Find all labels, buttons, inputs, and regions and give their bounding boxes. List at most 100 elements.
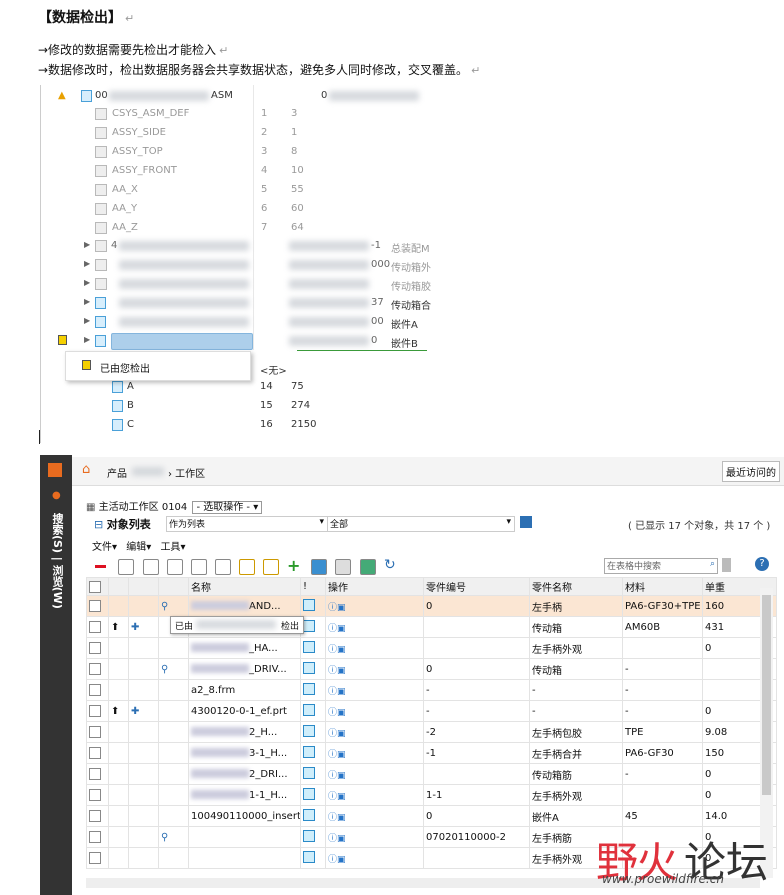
settings-icon[interactable] <box>335 559 351 575</box>
expand-arrow-icon[interactable]: ▶ <box>84 297 90 306</box>
table-row[interactable]: ⚲ _DRIV... ⓘ▣ 0 传动箱 - <box>86 658 777 680</box>
checkout-tool-icon[interactable] <box>118 559 134 575</box>
breadcrumb[interactable]: 产品 <box>107 465 127 480</box>
select-action-dropdown[interactable]: - 选取操作 - ▾ <box>192 501 263 514</box>
view-as-select[interactable]: 作为列表 ▾ <box>166 516 328 532</box>
row-checkbox[interactable] <box>89 684 101 696</box>
revise-icon[interactable] <box>215 559 231 575</box>
row-checkbox[interactable] <box>89 600 101 612</box>
collapse-icon[interactable]: ⊟ <box>94 518 103 531</box>
expand-arrow-icon[interactable]: ▶ <box>84 240 90 249</box>
context-menu[interactable]: 已由您检出 <box>65 351 251 381</box>
upload-icon[interactable] <box>311 559 327 575</box>
row-checkbox[interactable] <box>89 768 101 780</box>
tree-root-row[interactable]: ▲ 00 ASM 0 <box>41 87 433 105</box>
context-item-checked-out[interactable]: 已由您检出 <box>100 360 150 375</box>
col-actions[interactable]: 操作 <box>325 577 424 596</box>
select-all-checkbox[interactable] <box>86 577 109 596</box>
info-icon[interactable]: ⓘ▣ <box>328 855 346 865</box>
col-status[interactable]: ! <box>300 577 326 596</box>
info-icon[interactable]: ⓘ▣ <box>328 813 346 823</box>
tree-datum-row[interactable]: AA_Z 7 64 <box>41 219 433 237</box>
info-icon[interactable]: ⓘ▣ <box>328 603 346 613</box>
expand-arrow-icon[interactable]: ▶ <box>84 335 90 344</box>
table-row[interactable]: ⚲ AND... ⓘ▣ 0 左手柄 PA6-GF30+TPE 160 <box>86 595 777 617</box>
expand-arrow-icon[interactable]: ▶ <box>84 259 90 268</box>
info-icon[interactable]: ⓘ▣ <box>328 729 346 739</box>
info-icon[interactable]: ⓘ▣ <box>328 666 346 676</box>
info-icon[interactable]: ⓘ▣ <box>328 834 346 844</box>
menu-edit[interactable]: 编辑▾ <box>126 542 151 553</box>
search-icon[interactable]: ⌕ <box>710 559 715 569</box>
columns-icon[interactable] <box>722 558 731 572</box>
plus-icon[interactable]: ✚ <box>131 706 139 717</box>
help-icon[interactable]: ? <box>755 557 769 571</box>
remove-icon[interactable] <box>95 565 106 568</box>
attribute-icon[interactable] <box>239 559 255 575</box>
menu-tools[interactable]: 工具▾ <box>160 542 185 553</box>
copy-icon[interactable] <box>263 559 279 575</box>
scrollbar-thumb[interactable] <box>762 595 771 795</box>
expand-arrow-icon[interactable]: ▶ <box>84 316 90 325</box>
info-icon[interactable]: ⓘ▣ <box>328 750 346 760</box>
info-icon[interactable]: ⓘ▣ <box>328 792 346 802</box>
tree-datum-row[interactable]: ASSY_TOP 3 8 <box>41 143 433 161</box>
tree-datum-row[interactable]: ASSY_FRONT 4 10 <box>41 162 433 180</box>
menu-file[interactable]: 文件▾ <box>92 542 117 553</box>
row-checkbox[interactable] <box>89 621 101 633</box>
tree-datum-row[interactable]: CSYS_ASM_DEF 1 3 <box>41 105 433 123</box>
col-part-number[interactable]: 零件编号 <box>423 577 530 596</box>
tree-component-row[interactable]: ▶ 4 -1 总装配M <box>41 237 433 255</box>
tree-feature-row[interactable]: B 15 274 <box>41 397 433 415</box>
table-row[interactable]: a2_8.frm ⓘ▣ - - - <box>86 679 777 701</box>
row-checkbox[interactable] <box>89 705 101 717</box>
info-icon[interactable]: ⓘ▣ <box>328 645 346 655</box>
edit-object-icon[interactable] <box>191 559 207 575</box>
breadcrumb-tail[interactable]: › 工作区 <box>168 465 205 480</box>
tree-feature-row[interactable]: C 16 2150 <box>41 416 433 434</box>
table-row[interactable]: 2_DRI... ⓘ▣ 传动箱筋 - 0 <box>86 763 777 785</box>
navigator-tabs[interactable]: 搜索(S) | 浏览(W) <box>49 513 65 609</box>
tree-datum-row[interactable]: AA_X 5 55 <box>41 181 433 199</box>
new-object-icon[interactable] <box>167 559 183 575</box>
table-row[interactable]: 100490110000_insert... ⓘ▣ 0 嵌件A 45 14.0 <box>86 805 777 827</box>
update-icon[interactable] <box>360 559 376 575</box>
table-row[interactable]: 3-1_H... ⓘ▣ -1 左手柄合并 PA6-GF30 150 <box>86 742 777 764</box>
expand-arrow-icon[interactable]: ▶ <box>84 278 90 287</box>
home-icon[interactable]: ⌂ <box>82 462 90 477</box>
table-row[interactable]: _HA... ⓘ▣ 左手柄外观 0 <box>86 637 777 659</box>
tree-datum-row[interactable]: ASSY_SIDE 2 1 <box>41 124 433 142</box>
tree-component-row[interactable]: ▶ 37 传动箱合 <box>41 294 433 312</box>
tree-component-row[interactable]: ▶ 000 传动箱外 <box>41 256 433 274</box>
tree-component-row[interactable]: ▶ 00 嵌件A <box>41 313 433 331</box>
info-icon[interactable]: ⓘ▣ <box>328 687 346 697</box>
add-icon[interactable]: + <box>287 556 300 575</box>
row-checkbox[interactable] <box>89 663 101 675</box>
row-checkbox[interactable] <box>89 831 101 843</box>
save-icon[interactable] <box>520 516 532 528</box>
row-checkbox[interactable] <box>89 747 101 759</box>
row-checkbox[interactable] <box>89 726 101 738</box>
recent-dropdown[interactable]: 最近访问的 <box>722 461 780 482</box>
undo-checkout-icon[interactable] <box>143 559 159 575</box>
table-search-input[interactable]: 在表格中搜索 ⌕ <box>604 558 718 574</box>
row-checkbox[interactable] <box>89 642 101 654</box>
row-checkbox[interactable] <box>89 852 101 864</box>
col-part-name[interactable]: 零件名称 <box>529 577 623 596</box>
tree-component-row[interactable]: ▶ 0 嵌件B <box>41 332 433 350</box>
table-row[interactable]: 1-1_H... ⓘ▣ 1-1 左手柄外观 0 <box>86 784 777 806</box>
pin-icon[interactable]: ● <box>52 490 61 501</box>
info-icon[interactable]: ⓘ▣ <box>328 708 346 718</box>
filter-select[interactable]: 全部 ▾ <box>327 516 515 532</box>
table-row[interactable]: ⬆ ✚ 4300120-0-1_ef.prt ⓘ▣ - - - 0 <box>86 700 777 722</box>
info-icon[interactable]: ⓘ▣ <box>328 771 346 781</box>
tree-component-row[interactable]: ▶ 传动箱胶 <box>41 275 433 293</box>
row-checkbox[interactable] <box>89 810 101 822</box>
row-checkbox[interactable] <box>89 789 101 801</box>
info-icon[interactable]: ⓘ▣ <box>328 624 346 634</box>
table-row[interactable]: 2_H... ⓘ▣ -2 左手柄包胶 TPE 9.08 <box>86 721 777 743</box>
col-material[interactable]: 材料 <box>622 577 703 596</box>
navigator-toggle-icon[interactable] <box>48 463 62 477</box>
col-name[interactable]: 名称 <box>188 577 301 596</box>
tree-datum-row[interactable]: AA_Y 6 60 <box>41 200 433 218</box>
